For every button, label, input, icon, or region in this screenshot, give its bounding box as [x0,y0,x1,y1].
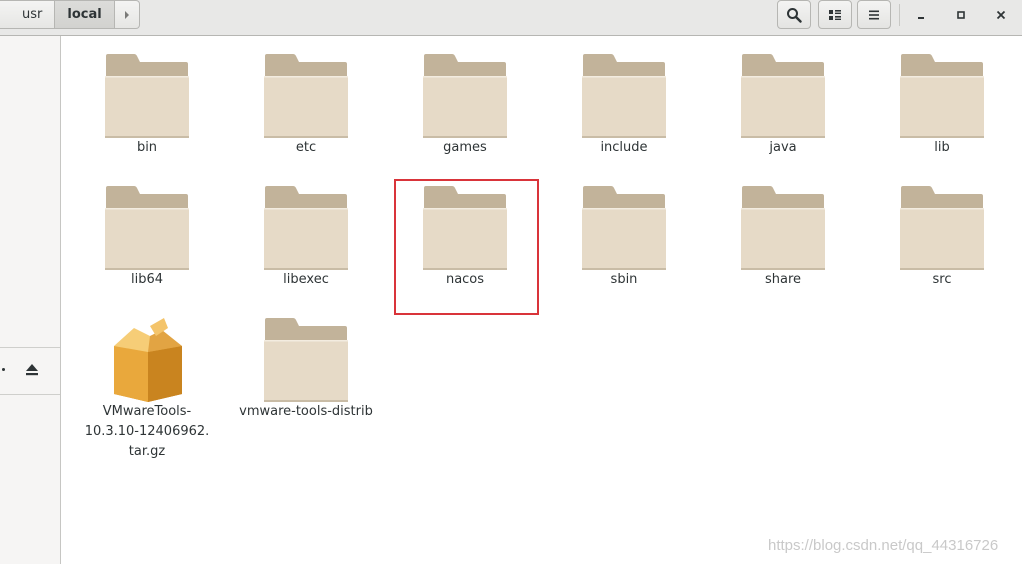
folder-icon [264,318,348,402]
folder-item[interactable]: share [708,184,858,290]
header-separator [899,4,900,26]
header-bar: usr local [0,0,1022,36]
breadcrumb: usr local [0,0,140,29]
breadcrumb-forward-button[interactable] [114,0,140,29]
item-label: vmware-tools-distrib [239,404,373,419]
item-label: lib [934,140,950,155]
folder-item[interactable]: etc [231,52,381,158]
folder-item[interactable]: lib [867,52,1017,158]
folder-icon [105,54,189,138]
menu-button[interactable] [857,0,891,29]
minimize-button[interactable] [904,0,938,29]
item-label: include [600,140,648,155]
menu-icon [869,10,879,19]
minimize-icon [918,16,924,19]
folder-icon [264,54,348,138]
maximize-icon [957,10,965,19]
maximize-button[interactable] [944,0,978,29]
watermark: https://blog.csdn.net/qq_44316726 [768,537,999,554]
item-label-line: VMwareTools- [102,404,192,419]
folder-icon [105,186,189,270]
item-label: VMwareTools- 10.3.10-12406962. tar.gz [72,402,222,462]
breadcrumb-local[interactable]: local [55,0,115,29]
folder-icon [900,54,984,138]
sidebar-item-indicator [2,368,5,371]
folder-item[interactable]: libexec [231,184,381,290]
folder-item[interactable]: lib64 [72,184,222,290]
item-label: lib64 [130,272,164,287]
folder-item[interactable]: sbin [549,184,699,290]
item-label: games [443,140,487,155]
file-item[interactable]: VMwareTools- 10.3.10-12406962. tar.gz [72,316,222,462]
close-icon [996,10,1006,19]
folder-item[interactable]: vmware-tools-distrib [231,316,381,422]
item-label: libexec [283,272,329,287]
view-list-icon [829,9,841,20]
folder-icon [582,186,666,270]
folder-item[interactable]: games [390,52,540,158]
highlight-annotation [394,179,539,315]
item-label: etc [295,140,317,155]
view-toggle-button[interactable] [818,0,852,29]
folder-icon [423,54,507,138]
breadcrumb-usr[interactable]: usr [0,0,56,29]
eject-icon[interactable] [24,363,40,377]
folder-icon [264,186,348,270]
item-label: src [932,272,952,287]
search-button[interactable] [777,0,811,29]
archive-package-icon [114,318,182,402]
folder-icon [741,54,825,138]
folder-icon [741,186,825,270]
item-label-line: tar.gz [128,444,166,459]
folder-item[interactable]: java [708,52,858,158]
item-label: share [764,272,802,287]
folder-item[interactable]: bin [72,52,222,158]
item-label: java [769,140,797,155]
close-button[interactable] [984,0,1018,29]
search-icon [787,7,802,23]
sidebar-divider [0,347,60,348]
sidebar [0,36,61,564]
folder-item[interactable]: src [867,184,1017,290]
folder-icon [900,186,984,270]
folder-icon [582,54,666,138]
item-label: bin [136,140,158,155]
sidebar-divider [0,394,60,395]
folder-item[interactable]: include [549,52,699,158]
item-label: sbin [610,272,638,287]
item-label-line: 10.3.10-12406962. [84,424,210,439]
chevron-right-icon [124,10,129,19]
